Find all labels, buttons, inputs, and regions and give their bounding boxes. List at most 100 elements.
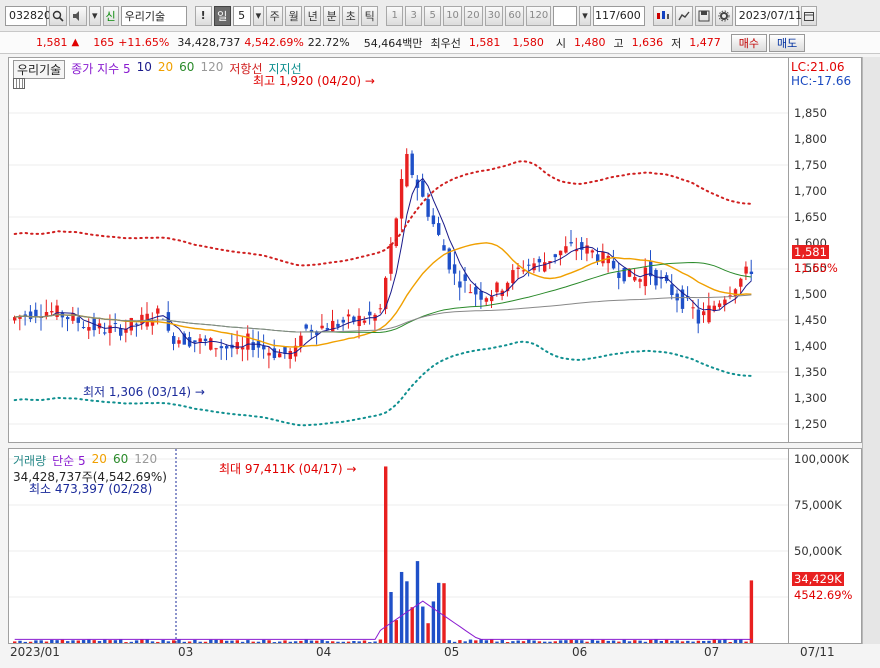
volume-bar xyxy=(495,641,499,643)
interval-dropdown-icon[interactable]: ▾ xyxy=(579,5,591,26)
interval-60-button[interactable]: 60 xyxy=(505,5,525,26)
volume-bar xyxy=(66,641,70,643)
volume-bar xyxy=(543,641,547,643)
candle-body xyxy=(606,255,610,264)
volume-bar xyxy=(150,641,155,643)
quote-bar: 1,581 ▲ 165 +11.65% 34,428,737 4,542.69%… xyxy=(0,32,880,54)
volume-chart-panel[interactable]: 거래량 단순 5 20 60 120 34,428,737주(4,542.69%… xyxy=(8,448,789,644)
volume-bar xyxy=(585,641,589,643)
calendar-icon[interactable] xyxy=(800,5,817,26)
interval-10-button[interactable]: 10 xyxy=(443,5,462,26)
candle-body xyxy=(484,298,489,302)
period-tick-button[interactable]: 틱 xyxy=(361,5,379,26)
volume-legend-ma20: 20 xyxy=(91,452,107,466)
interval-custom-field[interactable] xyxy=(553,5,578,26)
table-toggle-icon[interactable] xyxy=(13,78,25,89)
candle-body xyxy=(675,293,679,301)
period-week-button[interactable]: 주 xyxy=(266,5,284,26)
interval-5-button[interactable]: 5 xyxy=(424,5,442,26)
period-month-button[interactable]: 월 xyxy=(285,5,303,26)
legend-ma20: 20 xyxy=(157,60,174,74)
volume-bar xyxy=(156,641,160,643)
candle-body xyxy=(749,271,754,274)
indicator-icon[interactable] xyxy=(674,5,693,26)
dropdown-chevron-icon[interactable]: ▾ xyxy=(89,5,101,26)
volume-bar xyxy=(373,641,377,643)
candle-body xyxy=(368,311,372,316)
volume-legend-ma5: 단순 5 xyxy=(52,454,86,468)
candle-body xyxy=(399,178,404,219)
volume-bar xyxy=(304,639,308,643)
volume-bar xyxy=(214,639,218,643)
candle-body xyxy=(341,319,345,323)
low-label: 저 xyxy=(671,36,682,50)
volume-bar xyxy=(707,640,711,643)
volume-bar xyxy=(309,640,314,643)
volume-bar xyxy=(81,640,86,643)
stock-name-field[interactable]: 우리기술 xyxy=(120,5,187,26)
bar-count-field[interactable]: 117/600 xyxy=(592,5,645,26)
period-dropdown-icon[interactable]: ▾ xyxy=(252,5,265,26)
candle-body xyxy=(203,338,208,341)
candle-body xyxy=(336,323,340,327)
volume-bar xyxy=(209,639,213,643)
candle-body xyxy=(569,242,573,244)
legend-stock-name[interactable]: 우리기술 xyxy=(13,60,66,79)
candle-body xyxy=(235,342,239,349)
alert-button[interactable]: ! xyxy=(194,5,212,26)
period-number-field[interactable]: 5 xyxy=(232,5,251,26)
volume-bar xyxy=(410,607,414,643)
volume-bar xyxy=(23,641,27,643)
volume-bar xyxy=(596,640,600,643)
up-arrow-icon: ▲ xyxy=(71,37,80,48)
settings-gear-icon[interactable] xyxy=(714,5,733,26)
save-icon[interactable] xyxy=(694,5,713,26)
candle-body xyxy=(209,338,213,350)
volume-bar xyxy=(638,640,642,643)
price-chart-panel[interactable]: 우리기술 종가 지수 5 10 20 60 120 저항선 지지선 최고 1,9… xyxy=(8,57,789,443)
interval-30-button[interactable]: 30 xyxy=(484,5,504,26)
price-tick-label: 1,400 xyxy=(794,339,827,354)
date-label-mar: 03 xyxy=(178,645,194,659)
candle-body xyxy=(617,272,621,279)
candle-body xyxy=(103,332,107,334)
period-minute-button[interactable]: 분 xyxy=(323,5,341,26)
toolbar: 032820 ▾ 신 우리기술 ! 일 5 ▾ 주 월 년 분 초 틱 1 3 … xyxy=(0,0,880,32)
volume-bar xyxy=(606,640,610,643)
volume-bar xyxy=(643,641,648,643)
period-year-button[interactable]: 년 xyxy=(304,5,322,26)
date-label-jul: 07 xyxy=(704,645,720,659)
price-tick-label: 1,450 xyxy=(794,313,827,328)
interval-120-button[interactable]: 120 xyxy=(526,5,552,26)
candle-body xyxy=(712,305,716,311)
sell-button[interactable]: 매도 xyxy=(768,33,806,52)
search-icon[interactable] xyxy=(49,5,67,26)
period-day-button[interactable]: 일 xyxy=(213,5,231,26)
date-field[interactable]: 2023/07/11 xyxy=(734,5,802,26)
volume-bar xyxy=(717,640,722,643)
volume-bar xyxy=(447,640,451,643)
interval-3-button[interactable]: 3 xyxy=(405,5,423,26)
sound-icon[interactable] xyxy=(69,5,87,26)
lc-value: LC:21.06 xyxy=(791,60,845,74)
interval-20-button[interactable]: 20 xyxy=(463,5,483,26)
buy-button[interactable]: 매수 xyxy=(730,33,767,52)
chart-type-icon[interactable] xyxy=(652,5,673,26)
volume-bar xyxy=(394,620,398,643)
date-label-apr: 04 xyxy=(316,645,332,659)
period-second-button[interactable]: 초 xyxy=(342,5,360,26)
stock-code-input[interactable]: 032820 xyxy=(5,5,51,26)
volume-bar xyxy=(278,641,282,643)
candle-body xyxy=(113,323,118,325)
candle-body xyxy=(516,267,520,269)
vertical-scrollbar[interactable] xyxy=(862,57,880,644)
candle-body xyxy=(558,250,563,256)
volume-bar xyxy=(601,639,605,643)
volume-bar xyxy=(129,641,133,643)
volume-bar xyxy=(368,642,372,643)
volume-bar xyxy=(166,641,171,643)
price-tick-label: 1,750 xyxy=(794,157,827,172)
interval-1-button[interactable]: 1 xyxy=(386,5,404,26)
volume-bar xyxy=(288,641,292,643)
volume-bar xyxy=(442,583,446,643)
